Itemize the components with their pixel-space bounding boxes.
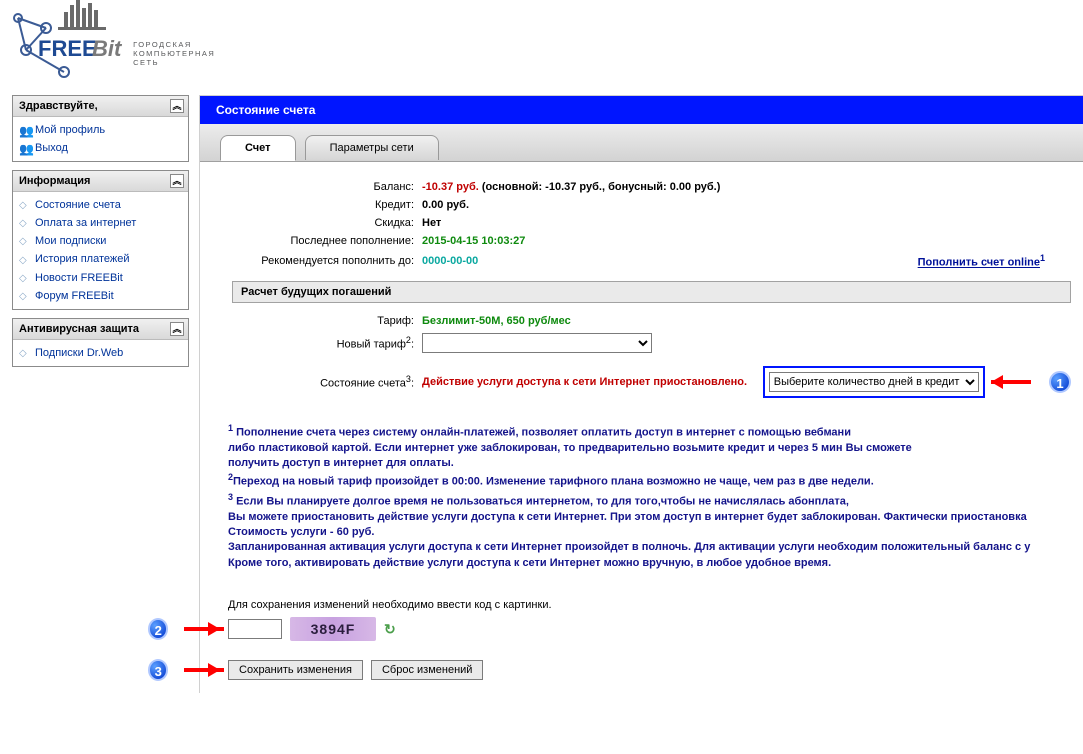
sidebar-item-news[interactable]: Новости FREEBit [35, 272, 123, 284]
save-button[interactable]: Сохранить изменения [228, 660, 363, 680]
collapse-icon[interactable]: ︽ [170, 174, 184, 188]
diamond-icon [19, 272, 33, 284]
page-title: Состояние счета [200, 96, 1083, 124]
status-value: Действие услуги доступа к сети Интернет … [422, 376, 747, 388]
logo-subtitle: ГОРОДСКАЯ КОМПЬЮТЕРНАЯ СЕТЬ [133, 40, 215, 67]
collapse-icon[interactable]: ︽ [170, 99, 184, 113]
balance-label: Баланс: [228, 178, 418, 196]
sidebar-item-logout[interactable]: Выход [35, 142, 68, 154]
sidebar-header-antivirus: Антивирусная защита ︽ [13, 319, 188, 340]
topup-online-link[interactable]: Пополнить счет online [918, 257, 1040, 269]
reset-button[interactable]: Сброс изменений [371, 660, 483, 680]
diamond-icon [19, 235, 33, 247]
diamond-icon [19, 217, 33, 229]
sidebar-block-greeting: Здравствуйте, ︽ 👥Мой профиль 👥Выход [12, 95, 189, 162]
tabs-bar: Счет Параметры сети [200, 124, 1083, 162]
person-icon: 👥 [19, 124, 33, 136]
credit-days-highlight: Выберите количество дней в кредит [763, 366, 985, 398]
recommend-label: Рекомендуется пополнить до: [228, 250, 418, 272]
balance-value: -10.37 руб. [422, 181, 479, 193]
person-icon: 👥 [19, 142, 33, 154]
main-panel: Состояние счета Счет Параметры сети Бала… [199, 95, 1083, 693]
credit-days-select[interactable]: Выберите количество дней в кредит [769, 372, 979, 392]
arrow-icon [172, 624, 220, 634]
captcha-input[interactable] [228, 619, 282, 639]
sidebar-block-info: Информация ︽ Состояние счета Оплата за и… [12, 170, 189, 310]
recommend-value: 0000-00-00 [422, 255, 478, 267]
sidebar: Здравствуйте, ︽ 👥Мой профиль 👥Выход Инфо… [12, 95, 189, 375]
tariff-label: Тариф: [228, 312, 418, 330]
balance-extra: (основной: -10.37 руб., бонусный: 0.00 р… [482, 181, 721, 193]
refresh-icon[interactable]: ↻ [384, 621, 396, 638]
sidebar-item-account-status[interactable]: Состояние счета [35, 199, 121, 211]
logo-area: FREE Bit ГОРОДСКАЯ КОМПЬЮТЕРНАЯ СЕТЬ [0, 0, 1083, 95]
last-topup-value: 2015-04-15 10:03:27 [418, 232, 755, 250]
footnote-1: 1 [1040, 253, 1045, 263]
sidebar-item-payment[interactable]: Оплата за интернет [35, 217, 136, 229]
arrow-icon [172, 665, 220, 675]
sidebar-item-drweb[interactable]: Подписки Dr.Web [35, 347, 123, 359]
freebit-logo: FREE Bit [8, 0, 126, 88]
tariff-value: Безлимит-50М, 650 руб/мес [418, 312, 755, 330]
discount-label: Скидка: [228, 214, 418, 232]
diamond-icon [19, 347, 33, 359]
svg-text:FREE: FREE [38, 36, 97, 61]
annotation-badge-3: 3 [148, 659, 168, 681]
diamond-icon [19, 199, 33, 211]
sidebar-item-profile[interactable]: Мой профиль [35, 124, 105, 136]
account-info-table: Баланс: -10.37 руб. (основной: -10.37 ру… [228, 178, 1075, 408]
status-label: Состояние счета3: [228, 356, 418, 408]
discount-value: Нет [418, 214, 755, 232]
last-topup-label: Последнее пополнение: [228, 232, 418, 250]
arrow-icon [991, 377, 1043, 387]
svg-text:Bit: Bit [92, 36, 123, 61]
captcha-label: Для сохранения изменений необходимо ввес… [228, 599, 1075, 611]
credit-label: Кредит: [228, 196, 418, 214]
diamond-icon [19, 290, 33, 302]
calc-header: Расчет будущих погашений [232, 281, 1071, 303]
diamond-icon [19, 254, 33, 266]
sidebar-block-antivirus: Антивирусная защита ︽ Подписки Dr.Web [12, 318, 189, 367]
annotation-badge-2: 2 [148, 618, 168, 640]
tab-network-params[interactable]: Параметры сети [305, 135, 439, 160]
captcha-image: 3894F [290, 617, 376, 641]
footnotes: 1 Пополнение счета через систему онлайн-… [228, 422, 1075, 571]
credit-value: 0.00 руб. [418, 196, 755, 214]
sidebar-item-forum[interactable]: Форум FREEBit [35, 290, 114, 302]
sidebar-header-greeting: Здравствуйте, ︽ [13, 96, 188, 117]
new-tariff-label: Новый тариф2: [228, 330, 418, 356]
collapse-icon[interactable]: ︽ [170, 322, 184, 336]
new-tariff-select[interactable] [422, 333, 652, 353]
sidebar-item-history[interactable]: История платежей [35, 253, 130, 265]
annotation-badge-1: 1 [1049, 371, 1071, 393]
sidebar-item-subscriptions[interactable]: Мои подписки [35, 235, 106, 247]
sidebar-header-info: Информация ︽ [13, 171, 188, 192]
tab-account[interactable]: Счет [220, 135, 296, 161]
